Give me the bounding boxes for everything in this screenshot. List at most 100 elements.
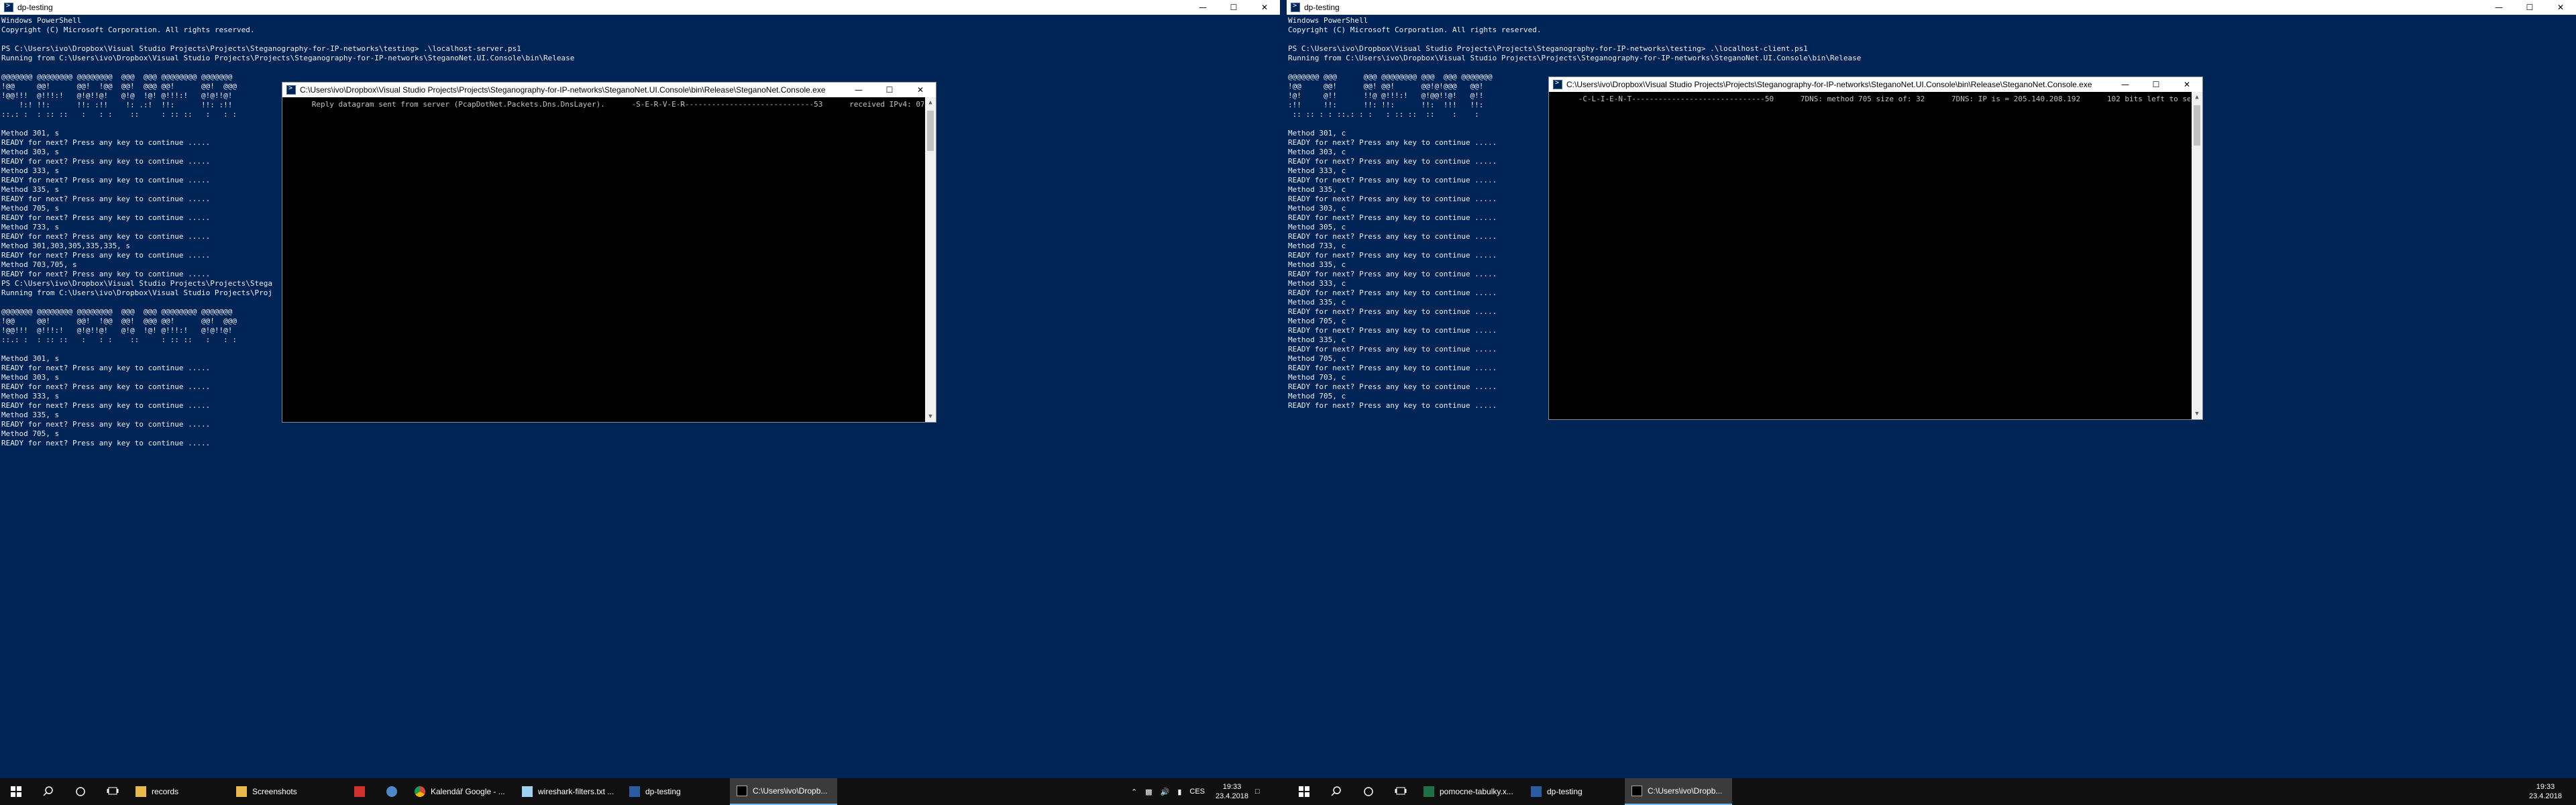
output-line: -C-L-I-E-N-T----------------------------… [1552,95,1774,103]
powershell-icon [1291,2,1300,12]
powershell-icon [629,786,640,797]
search-icon [1331,786,1341,796]
scrollbar-thumb[interactable] [2194,105,2200,146]
minimize-button[interactable]: — [1187,0,1218,15]
right-powershell-titlebar[interactable]: dp-testing — ☐ ✕ [1287,0,2576,15]
powershell-icon [4,2,13,12]
minimize-button[interactable]: — [2110,77,2141,92]
window-title: C:\Users\ivo\Dropbox\Visual Studio Proje… [1566,80,2092,89]
output-line: PS C:\Users\ivo\Dropbox\Visual Studio Pr… [1,44,521,53]
vertical-scrollbar[interactable]: ▲ ▼ [2192,92,2202,419]
window-title: dp-testing [1304,3,1340,12]
start-button[interactable] [0,778,32,805]
clock[interactable]: 19:33 23.4.2018 [1216,782,1248,801]
scroll-up-icon[interactable]: ▲ [925,97,936,108]
output-line: Windows PowerShell [1,16,82,25]
output-line: Copyright (C) Microsoft Corporation. All… [1,25,255,34]
maximize-button[interactable]: ☐ [1218,0,1249,15]
scrollbar-thumb[interactable] [927,111,934,151]
maximize-button[interactable]: ☐ [2514,0,2545,15]
client-console-titlebar[interactable]: C:\Users\ivo\Dropbox\Visual Studio Proje… [1549,77,2202,92]
output-line: Copyright (C) Microsoft Corporation. All… [1288,25,1542,34]
close-button[interactable]: ✕ [905,83,936,97]
taskbar-app-records[interactable]: records [129,778,229,805]
chrome-icon [415,786,425,797]
output-line: 7DNS: IP is = 205.140.208.192 [1925,95,2081,103]
server-console-window[interactable]: C:\Users\ivo\Dropbox\Visual Studio Proje… [282,82,936,423]
system-tray-left: ⌃ ▩ 🔊 ▮ CES 19:33 23.4.2018 □ [1127,778,1267,805]
volume-icon[interactable]: 🔊 [1157,788,1174,796]
output-line: READY for next? Press any key to continu… [1,439,211,447]
app-icon [354,786,365,797]
output-line: Running from C:\Users\ivo\Dropbox\Visual… [1288,54,1862,62]
scroll-down-icon[interactable]: ▼ [925,411,936,422]
console-icon [286,85,296,95]
battery-icon[interactable]: ▮ [1173,788,1185,796]
output-line: 102 bits left to send, waiting 3000 ms f… [2106,95,2190,103]
maximize-button[interactable]: ☐ [2141,77,2171,92]
taskbar-app-console[interactable]: C:\Users\ivo\Dropb... [730,778,837,805]
language-indicator[interactable]: CES [1185,788,1209,796]
close-button[interactable]: ✕ [2171,77,2202,92]
taskbar-app-dp-testing[interactable]: dp-testing [1524,778,1625,805]
output-line: Method 705, s [1,429,60,438]
search-icon [43,786,53,796]
vertical-scrollbar[interactable]: ▲ ▼ [925,97,936,422]
taskbar: records Screenshots Kalendář Google - ..… [0,778,2576,805]
taskbar-app-chrome[interactable]: Kalendář Google - ... [408,778,515,805]
taskbar-app-dp-testing[interactable]: dp-testing [623,778,730,805]
server-console-output: Reply datagram sent from server (PcapDot… [285,100,924,422]
folder-icon [236,786,247,797]
client-console-output: -C-L-I-E-N-T----------------------------… [1552,95,2190,419]
network-icon[interactable]: ▩ [1141,788,1156,796]
output-line: Windows PowerShell [1288,16,1368,25]
taskbar-app-excel[interactable]: pomocne-tabulky.x... [1417,778,1524,805]
scroll-up-icon[interactable]: ▲ [2192,92,2202,103]
taskbar-app-red[interactable] [343,778,376,805]
scroll-down-icon[interactable]: ▼ [2192,409,2202,419]
server-console-titlebar[interactable]: C:\Users\ivo\Dropbox\Visual Studio Proje… [282,83,936,97]
task-view-icon [107,787,119,795]
close-button[interactable]: ✕ [2545,0,2576,15]
minimize-button[interactable]: — [2483,0,2514,15]
output-line: PS C:\Users\ivo\Dropbox\Visual Studio Pr… [1288,44,1808,53]
left-powershell-titlebar[interactable]: dp-testing — ☐ ✕ [0,0,1280,15]
output-line: Reply datagram sent from server (PcapDot… [285,100,605,109]
taskbar-app-wireshark[interactable] [376,778,408,805]
close-button[interactable]: ✕ [1249,0,1280,15]
system-tray-right: 19:33 23.4.2018 [2522,778,2562,805]
notifications-icon[interactable]: □ [1248,788,1267,796]
clock[interactable]: 19:33 23.4.2018 [2529,782,2562,801]
cortana-icon [1364,787,1373,796]
cortana-button[interactable] [1352,778,1385,805]
chevron-up-icon[interactable]: ⌃ [1127,788,1141,796]
maximize-button[interactable]: ☐ [874,83,905,97]
taskbar-left: records Screenshots Kalendář Google - ..… [0,778,1288,805]
search-button[interactable] [32,778,64,805]
taskbar-app-console[interactable]: C:\Users\ivo\Dropb... [1625,778,1732,805]
task-view-button[interactable] [97,778,129,805]
console-icon [1553,79,1562,89]
output-line: -S-E-R-V-E-R----------------------------… [604,100,823,109]
output-line: received IPv4: 07.33.11.161 length:93 [849,100,924,109]
notepad-icon [522,786,533,797]
start-button[interactable] [1288,778,1320,805]
output-line: Running from C:\Users\ivo\Dropbox\Visual… [1,54,575,62]
shark-fin-icon [386,786,397,797]
task-view-icon [1395,787,1407,795]
taskbar-app-screenshots[interactable]: Screenshots [229,778,343,805]
output-line: 7DNS: method 705 size of: 32 [1774,95,1925,103]
taskbar-right: pomocne-tabulky.x... dp-testing C:\Users… [1288,778,2576,805]
cortana-button[interactable] [64,778,97,805]
client-console-window[interactable]: C:\Users\ivo\Dropbox\Visual Studio Proje… [1548,76,2203,420]
minimize-button[interactable]: — [843,83,874,97]
cortana-icon [76,787,85,796]
taskbar-app-notepad[interactable]: wireshark-filters.txt ... [515,778,623,805]
window-title: C:\Users\ivo\Dropbox\Visual Studio Proje… [300,85,826,95]
folder-icon [136,786,146,797]
search-button[interactable] [1320,778,1352,805]
task-view-button[interactable] [1385,778,1417,805]
